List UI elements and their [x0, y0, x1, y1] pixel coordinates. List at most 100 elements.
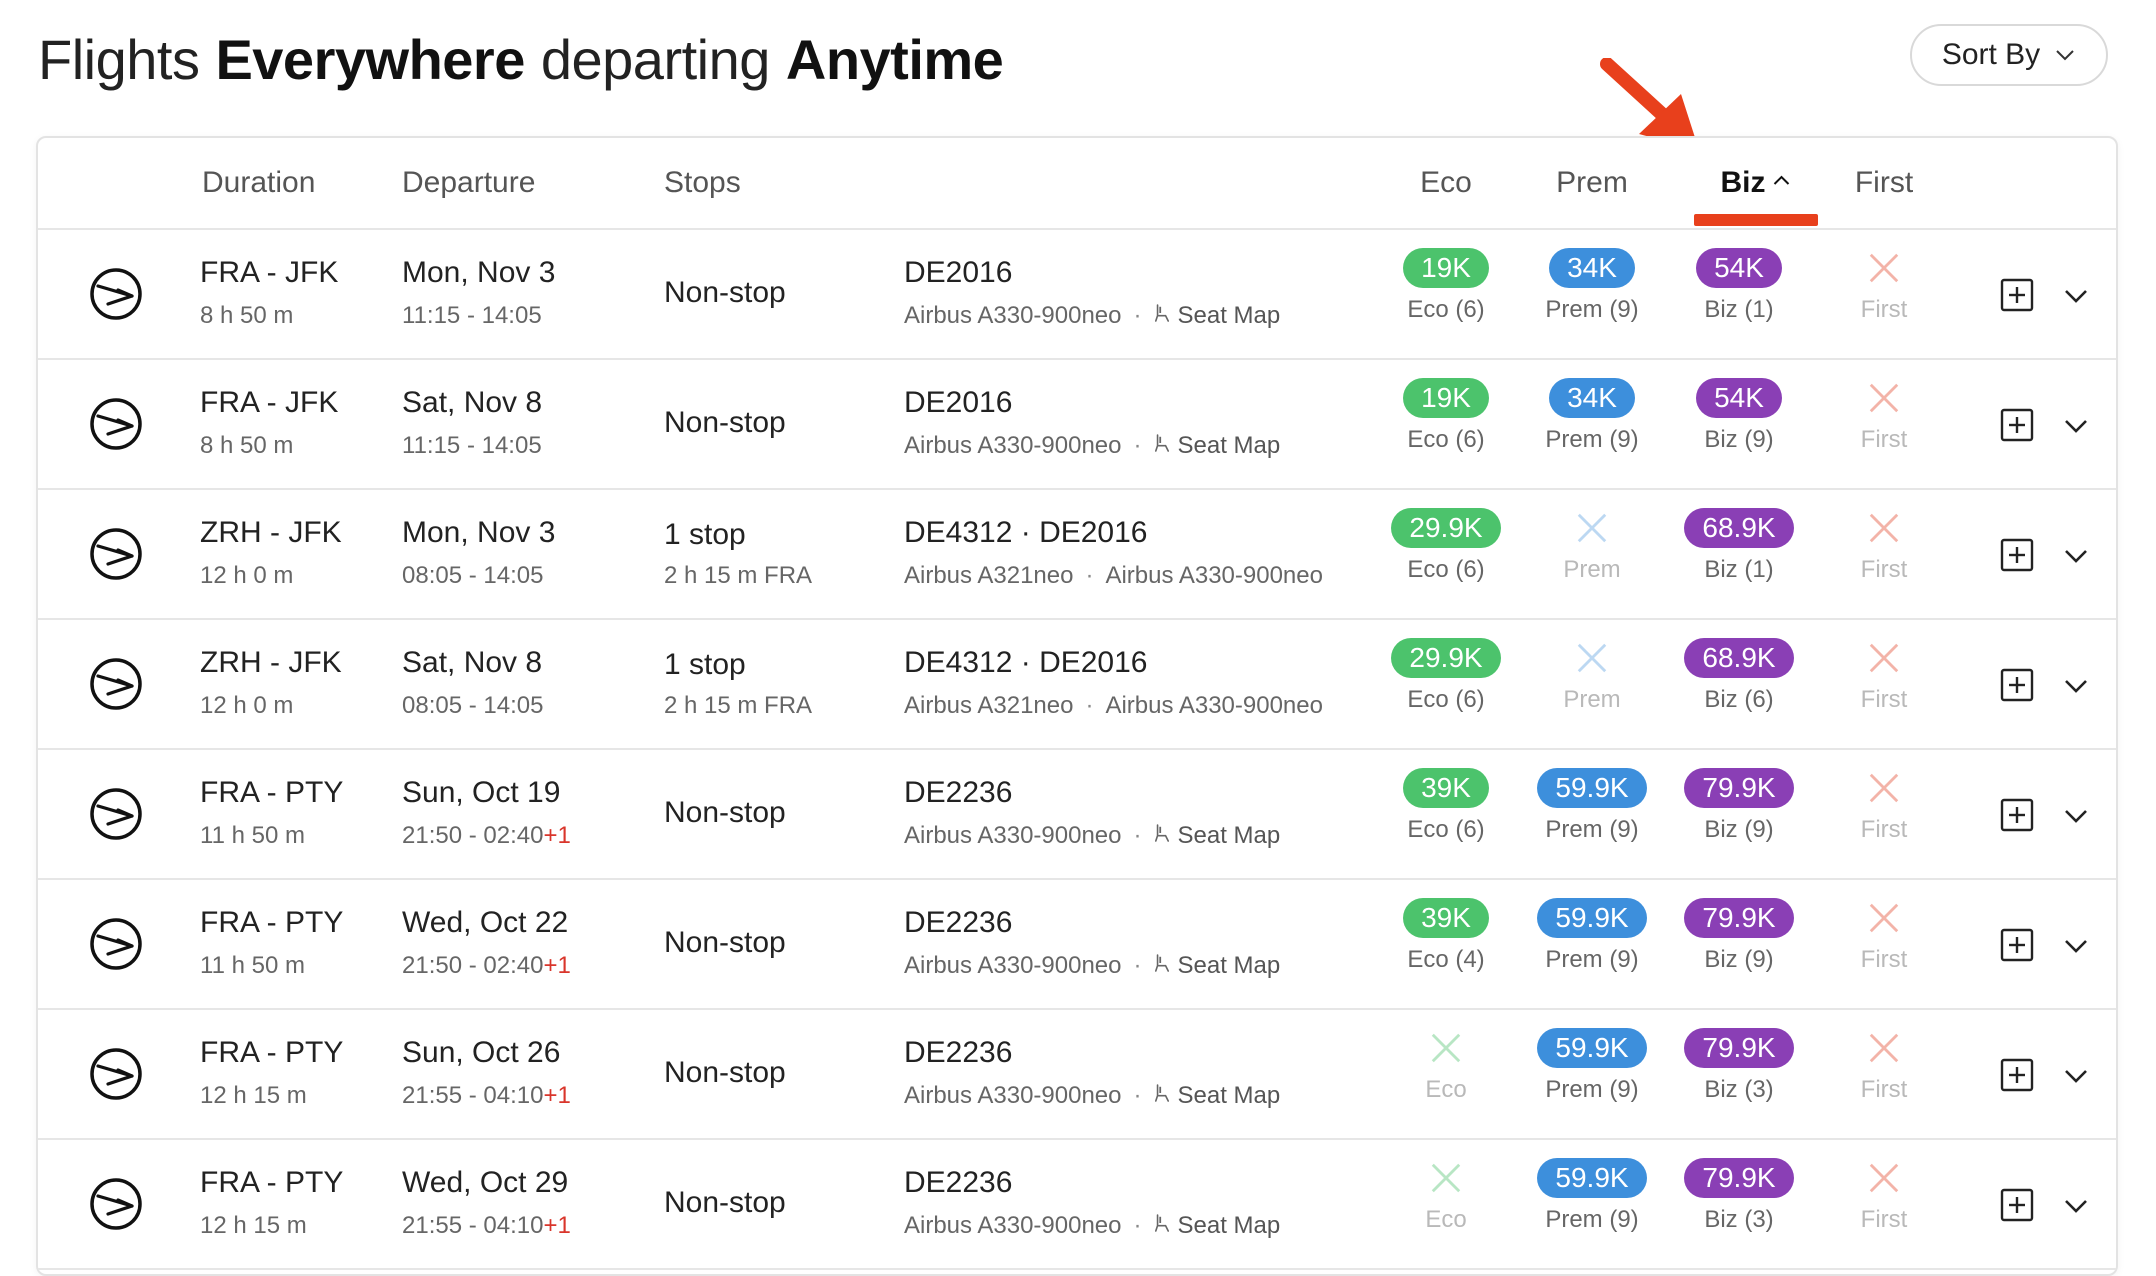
cabin-prem[interactable]: 34K Prem (9) [1522, 248, 1662, 324]
column-stops[interactable]: Stops [664, 138, 741, 228]
cabin-biz[interactable]: 54K Biz (9) [1669, 378, 1809, 454]
route: FRA - JFK [200, 386, 339, 419]
flight-number: DE4312 · DE2016 [904, 646, 1148, 679]
flight-row[interactable]: FRA - PTY 11 h 50 m Wed, Oct 22 21:50 - 02:… [38, 880, 2116, 1010]
cabin-biz[interactable]: 79.9K Biz (3) [1669, 1028, 1809, 1104]
separator-dot: · [1085, 692, 1094, 719]
prem-price-badge[interactable]: 59.9K [1537, 1158, 1647, 1198]
biz-seats: Biz (3) [1704, 1076, 1774, 1103]
biz-price-badge[interactable]: 79.9K [1684, 768, 1794, 808]
cabin-prem[interactable]: 34K Prem (9) [1522, 378, 1662, 454]
prem-price-badge[interactable]: 59.9K [1537, 1028, 1647, 1068]
cabin-eco[interactable]: 39K Eco (4) [1376, 898, 1516, 974]
route: FRA - PTY [200, 906, 344, 939]
prem-price-badge[interactable]: 59.9K [1537, 768, 1647, 808]
chevron-down-icon[interactable] [2062, 412, 2090, 440]
cabin-biz[interactable]: 79.9K Biz (9) [1669, 898, 1809, 974]
flight-row[interactable]: FRA - PTY 12 h 15 m Wed, Oct 29 21:55 - 04:… [38, 1140, 2116, 1270]
sort-by-button[interactable]: Sort By [1910, 24, 2108, 86]
chevron-down-icon[interactable] [2062, 672, 2090, 700]
cabin-eco[interactable]: 39K Eco (6) [1376, 768, 1516, 844]
biz-price-badge[interactable]: 68.9K [1684, 638, 1794, 678]
biz-price-badge[interactable]: 79.9K [1684, 1028, 1794, 1068]
cabin-biz[interactable]: 68.9K Biz (1) [1669, 508, 1809, 584]
cabin-first: First [1814, 248, 1954, 324]
flight-row[interactable]: FRA - PTY 12 h 15 m Sun, Oct 26 21:55 - 04:… [38, 1010, 2116, 1140]
plus-square-icon[interactable] [2000, 538, 2034, 572]
flight-row[interactable]: FRA - JFK 8 h 50 m Mon, Nov 3 11:15 - 14:05… [38, 230, 2116, 360]
column-departure[interactable]: Departure [402, 138, 535, 228]
eco-price-badge[interactable]: 29.9K [1391, 638, 1501, 678]
cabin-eco[interactable]: 29.9K Eco (6) [1376, 508, 1516, 584]
chevron-down-icon[interactable] [2062, 282, 2090, 310]
column-eco[interactable]: Eco [1420, 138, 1472, 228]
plus-square-icon[interactable] [2000, 408, 2034, 442]
plus-square-icon[interactable] [2000, 928, 2034, 962]
eco-price-badge[interactable]: 29.9K [1391, 508, 1501, 548]
cabin-biz[interactable]: 79.9K Biz (3) [1669, 1158, 1809, 1234]
chevron-down-icon[interactable] [2062, 1062, 2090, 1090]
cabin-biz[interactable]: 54K Biz (1) [1669, 248, 1809, 324]
eco-price-badge[interactable]: 39K [1403, 898, 1489, 938]
stops: Non-stop [664, 1186, 786, 1219]
cabin-prem[interactable]: 59.9K Prem (9) [1522, 1028, 1662, 1104]
flight-row[interactable]: ZRH - JFK 12 h 0 m Sat, Nov 8 08:05 - 14:05… [38, 620, 2116, 750]
prem-price-badge[interactable]: 34K [1549, 248, 1635, 288]
plus-square-icon[interactable] [2000, 798, 2034, 832]
biz-price-badge[interactable]: 79.9K [1684, 898, 1794, 938]
plus-square-icon[interactable] [2000, 668, 2034, 702]
column-duration[interactable]: Duration [202, 138, 315, 228]
title-when[interactable]: Anytime [786, 27, 1004, 92]
seat-map-link[interactable]: Seat Map [1154, 952, 1280, 980]
unavailable-x-icon [1867, 508, 1901, 548]
chevron-down-icon[interactable] [2062, 542, 2090, 570]
seat-map-link[interactable]: Seat Map [1154, 302, 1280, 330]
eco-price-badge[interactable]: 39K [1403, 768, 1489, 808]
flight-row[interactable]: FRA - PTY 11 h 50 m Sun, Oct 19 21:50 - 02:… [38, 750, 2116, 880]
seat-map-link[interactable]: Seat Map [1154, 822, 1280, 850]
separator-dot: · [1133, 952, 1142, 979]
biz-price-badge[interactable]: 54K [1696, 248, 1782, 288]
plus-square-icon[interactable] [2000, 1188, 2034, 1222]
airline-logo-icon [88, 1046, 144, 1102]
flight-row[interactable]: ZRH - JFK 12 h 0 m Mon, Nov 3 08:05 - 14:05… [38, 490, 2116, 620]
seat-icon [1154, 822, 1178, 850]
prem-seats: Prem (9) [1545, 816, 1639, 843]
seat-icon [1154, 432, 1178, 460]
cabin-eco[interactable]: 29.9K Eco (6) [1376, 638, 1516, 714]
biz-price-badge[interactable]: 68.9K [1684, 508, 1794, 548]
cabin-prem[interactable]: 59.9K Prem (9) [1522, 1158, 1662, 1234]
eco-price-badge[interactable]: 19K [1403, 378, 1489, 418]
eco-unavailable-label: Eco [1425, 1076, 1467, 1103]
column-first[interactable]: First [1855, 138, 1913, 228]
seat-map-link[interactable]: Seat Map [1154, 1082, 1280, 1110]
cabin-prem[interactable]: 59.9K Prem (9) [1522, 768, 1662, 844]
seat-map-link[interactable]: Seat Map [1154, 1212, 1280, 1240]
cabin-biz[interactable]: 79.9K Biz (9) [1669, 768, 1809, 844]
plus-square-icon[interactable] [2000, 1058, 2034, 1092]
plus-square-icon[interactable] [2000, 278, 2034, 312]
column-prem[interactable]: Prem [1556, 138, 1628, 228]
cabin-first: First [1814, 378, 1954, 454]
flight-number: DE2016 [904, 256, 1013, 289]
seat-icon [1154, 1082, 1178, 1110]
title-destination[interactable]: Everywhere [215, 27, 525, 92]
chevron-down-icon[interactable] [2062, 802, 2090, 830]
cabin-eco[interactable]: 19K Eco (6) [1376, 378, 1516, 454]
seat-map-link[interactable]: Seat Map [1154, 432, 1280, 460]
cabin-prem[interactable]: 59.9K Prem (9) [1522, 898, 1662, 974]
cabin-eco[interactable]: 19K Eco (6) [1376, 248, 1516, 324]
chevron-down-icon[interactable] [2062, 1192, 2090, 1220]
departure-time: 21:50 - 02:40+1 [402, 822, 571, 850]
first-unavailable-label: First [1860, 1076, 1908, 1103]
airline-logo-icon [88, 266, 144, 322]
flight-row[interactable]: FRA - JFK 8 h 50 m Sat, Nov 8 11:15 - 14:05… [38, 360, 2116, 490]
chevron-down-icon[interactable] [2062, 932, 2090, 960]
biz-price-badge[interactable]: 54K [1696, 378, 1782, 418]
prem-price-badge[interactable]: 34K [1549, 378, 1635, 418]
prem-price-badge[interactable]: 59.9K [1537, 898, 1647, 938]
eco-price-badge[interactable]: 19K [1403, 248, 1489, 288]
cabin-biz[interactable]: 68.9K Biz (6) [1669, 638, 1809, 714]
unavailable-x-icon [1867, 1028, 1901, 1068]
biz-price-badge[interactable]: 79.9K [1684, 1158, 1794, 1198]
